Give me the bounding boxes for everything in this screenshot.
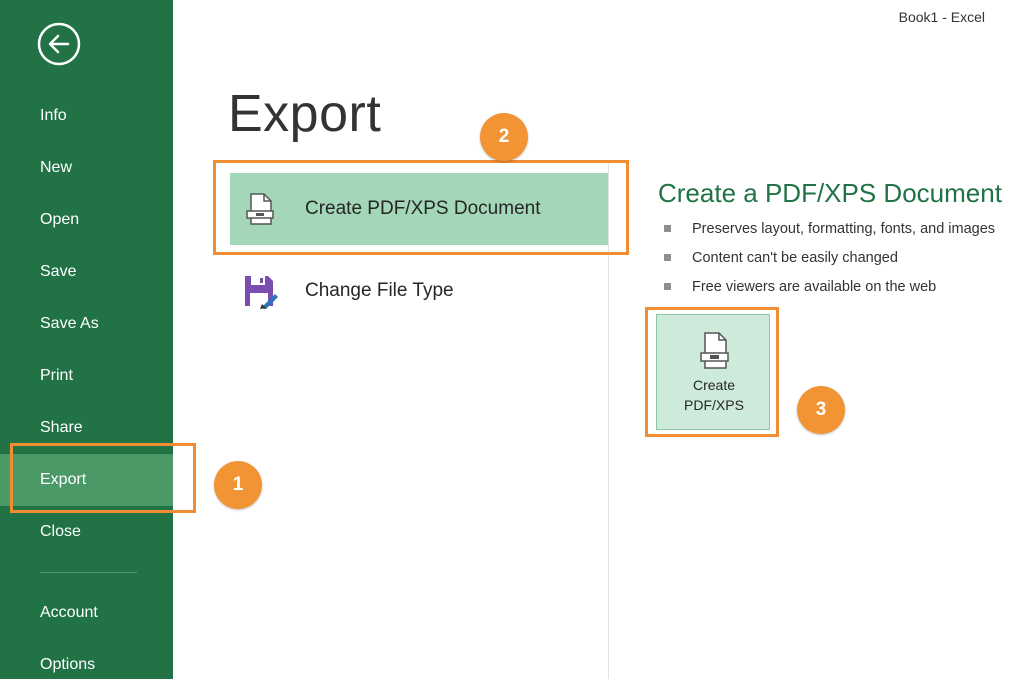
sidebar-divider bbox=[40, 572, 137, 573]
list-item: Preserves layout, formatting, fonts, and… bbox=[664, 219, 995, 248]
callout-number-2: 2 bbox=[480, 113, 528, 161]
feature-list: Preserves layout, formatting, fonts, and… bbox=[664, 219, 995, 306]
callout-highlight-create-button bbox=[645, 307, 779, 437]
backstage-sidebar: Info New Open Save Save As Print Share E… bbox=[0, 0, 173, 679]
sidebar-item-info[interactable]: Info bbox=[0, 90, 173, 142]
bullet-square-icon bbox=[664, 225, 671, 232]
callout-number-1: 1 bbox=[214, 461, 262, 509]
option-change-file-type[interactable]: Change File Type bbox=[230, 255, 608, 327]
option-label: Change File Type bbox=[305, 280, 454, 301]
callout-highlight-export bbox=[10, 443, 196, 513]
back-arrow-icon[interactable] bbox=[37, 22, 81, 66]
save-file-type-icon bbox=[242, 273, 278, 310]
bullet-square-icon bbox=[664, 283, 671, 290]
sidebar-item-options[interactable]: Options bbox=[0, 639, 173, 691]
detail-title: Create a PDF/XPS Document bbox=[658, 178, 1002, 208]
callout-number-3: 3 bbox=[797, 386, 845, 434]
callout-highlight-create-pdf bbox=[213, 160, 629, 255]
bullet-square-icon bbox=[664, 254, 671, 261]
sidebar-item-account[interactable]: Account bbox=[0, 587, 173, 639]
sidebar-item-close[interactable]: Close bbox=[0, 506, 173, 558]
sidebar-item-save-as[interactable]: Save As bbox=[0, 298, 173, 350]
list-item: Content can't be easily changed bbox=[664, 248, 995, 277]
sidebar-item-new[interactable]: New bbox=[0, 142, 173, 194]
list-item: Free viewers are available on the web bbox=[664, 277, 995, 306]
sidebar-item-open[interactable]: Open bbox=[0, 194, 173, 246]
sidebar-item-save[interactable]: Save bbox=[0, 246, 173, 298]
sidebar-item-print[interactable]: Print bbox=[0, 350, 173, 402]
window-title: Book1 - Excel bbox=[898, 9, 985, 25]
page-title: Export bbox=[228, 85, 382, 143]
